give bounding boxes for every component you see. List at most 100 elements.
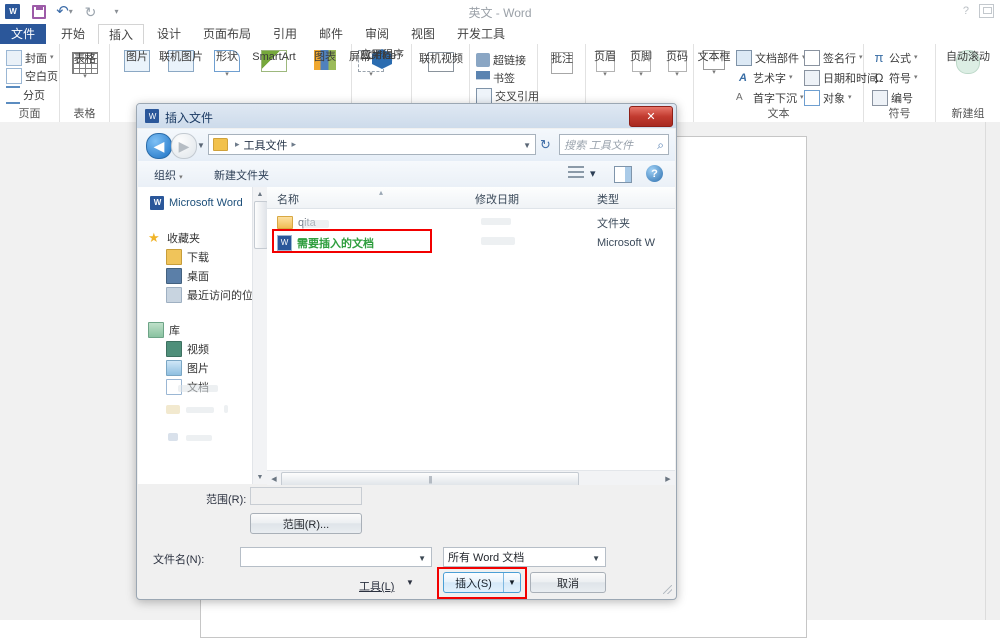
smartart-button[interactable]: SmartArt	[244, 50, 304, 72]
refresh-icon[interactable]: ↻	[540, 137, 551, 153]
scroll-up-arrow-icon[interactable]: ▲	[253, 187, 267, 201]
cancel-button[interactable]: 取消	[530, 572, 606, 593]
breadcrumb[interactable]: ▸ 工具文件 ▸ ▼	[208, 134, 536, 155]
office-apps-button[interactable]: Office 应用程序	[357, 49, 407, 69]
nav-item-downloads[interactable]: 下载	[138, 247, 266, 266]
tab-view[interactable]: 视图	[402, 24, 444, 44]
view-options-icon[interactable]	[568, 166, 584, 181]
nav-item-videos[interactable]: 视频	[138, 339, 266, 358]
group-label-text: 文本	[694, 105, 863, 121]
tools-chevron-icon[interactable]: ▼	[406, 578, 414, 587]
nav-item-desktop[interactable]: 桌面	[138, 266, 266, 285]
back-arrow-icon[interactable]: ◀	[146, 133, 172, 159]
insert-file-dialog: W 插入文件 ✕ ◀ ▶ ▼ ▸ 工具文件 ▸ ▼ ↻ 搜索 工具文件 ⌕ 组织	[136, 103, 677, 600]
online-video-button[interactable]: 联机视频	[416, 52, 466, 72]
nav-item-libraries[interactable]: 库	[138, 320, 266, 339]
nav-item-pictures[interactable]: 图片	[138, 358, 266, 377]
new-folder-button[interactable]: 新建文件夹	[214, 167, 269, 183]
scrollbar-thumb[interactable]	[254, 201, 268, 249]
tools-button[interactable]: 工具(L)	[359, 578, 394, 594]
group-label-symbols: 符号	[864, 105, 935, 121]
tab-references[interactable]: 引用	[264, 24, 306, 44]
cross-reference-button[interactable]: 交叉引用	[476, 88, 539, 104]
dialog-command-bar: 组织 ▾ 新建文件夹 ▾ ?	[138, 161, 675, 188]
tab-developer[interactable]: 开发工具	[448, 24, 514, 44]
column-header-type[interactable]: 类型	[597, 191, 619, 207]
page-number-button[interactable]: 页码▾	[660, 50, 694, 78]
filetype-dropdown[interactable]: 所有 Word 文档 ▼	[443, 547, 606, 567]
tab-review[interactable]: 审阅	[356, 24, 398, 44]
chevron-down-icon[interactable]: ▼	[592, 554, 600, 563]
picture-button[interactable]: 图片	[114, 50, 160, 72]
search-input[interactable]: 搜索 工具文件 ⌕	[559, 134, 669, 155]
symbol-button[interactable]: Ω 符号▾	[872, 70, 918, 86]
tab-design[interactable]: 设计	[148, 24, 190, 44]
comment-button[interactable]: 批注	[539, 52, 585, 74]
help-icon[interactable]: ?	[646, 165, 663, 182]
sort-ascending-icon: ▴	[379, 188, 383, 197]
table-button[interactable]: 表格 ▾	[62, 52, 108, 80]
tab-page-layout[interactable]: 页面布局	[194, 24, 260, 44]
footer-button[interactable]: 页脚▾	[624, 50, 658, 78]
cover-page-icon	[6, 50, 22, 66]
dialog-resize-handle[interactable]	[663, 585, 672, 594]
dialog-navigation-pane[interactable]: W Microsoft Word ★ 收藏夹 下载 桌面 最近访问的位置 库	[138, 187, 267, 484]
scroll-left-arrow-icon[interactable]: ◀	[267, 471, 281, 486]
scroll-down-arrow-icon[interactable]: ▼	[253, 470, 267, 484]
navigation-pane-scrollbar[interactable]: ▲ ▼	[252, 187, 267, 484]
recent-locations-chevron-icon[interactable]: ▼	[197, 141, 205, 150]
object-button[interactable]: 对象▾	[804, 90, 852, 106]
tab-mailings[interactable]: 邮件	[310, 24, 352, 44]
header-button[interactable]: 页眉▾	[588, 50, 622, 78]
filename-input[interactable]: ▼	[240, 547, 432, 567]
tab-file[interactable]: 文件	[0, 24, 46, 44]
folder-icon	[213, 138, 228, 151]
preview-pane-icon[interactable]	[614, 166, 632, 183]
file-list-pane[interactable]: 名称 ▴ 修改日期 类型 qita 文件夹 需要插入的文档 Microsoft …	[267, 187, 675, 484]
ribbon-tab-bar: 文件 开始 插入 设计 页面布局 引用 邮件 审阅 视图 开发工具	[0, 24, 1000, 45]
column-header-name[interactable]: 名称	[277, 191, 299, 207]
column-header-date[interactable]: 修改日期	[475, 191, 519, 207]
ribbon-group-new: 自动滚动 新建组	[936, 44, 1000, 122]
range-button[interactable]: 范围(R)...	[250, 513, 362, 534]
signature-line-button[interactable]: 签名行▾	[804, 50, 863, 66]
page-break-button[interactable]: 分页	[6, 86, 45, 104]
recent-places-icon	[166, 287, 182, 303]
tab-insert[interactable]: 插入	[98, 24, 144, 45]
cover-page-button[interactable]: 封面▾	[6, 50, 54, 66]
group-label-pages: 页面	[0, 105, 59, 121]
ribbon-group-text: 文本框▾ 文档部件▾ A 艺术字▾ A 首字下沉▾ 签名行▾ 日期和时间	[694, 44, 864, 122]
group-label-new: 新建组	[936, 105, 1000, 121]
drop-cap-button[interactable]: A 首字下沉▾	[736, 90, 804, 106]
online-picture-button[interactable]: 联机图片	[158, 50, 204, 72]
scroll-right-arrow-icon[interactable]: ▶	[661, 471, 675, 486]
close-icon[interactable]: ✕	[629, 106, 673, 127]
ribbon-display-options-icon[interactable]	[979, 4, 994, 18]
wordart-button[interactable]: A 艺术字▾	[736, 70, 793, 86]
hyperlink-button[interactable]: 超链接	[476, 52, 526, 68]
nav-item-microsoft-word[interactable]: W Microsoft Word	[138, 193, 266, 212]
equation-button[interactable]: π 公式▾	[872, 50, 918, 66]
file-list-horizontal-scrollbar[interactable]: ◀ ||| ▶	[267, 470, 675, 486]
tab-home[interactable]: 开始	[52, 24, 94, 44]
file-type-cell: Microsoft W	[597, 237, 655, 249]
text-box-button[interactable]: 文本框▾	[696, 50, 732, 76]
breadcrumb-current: 工具文件	[244, 137, 288, 153]
chevron-down-icon[interactable]: ▼	[418, 554, 426, 563]
quick-parts-button[interactable]: 文档部件▾	[736, 50, 806, 66]
nav-item-favorites[interactable]: ★ 收藏夹	[138, 228, 266, 247]
blank-page-button[interactable]: 空白页	[6, 68, 58, 84]
auto-scroll-button[interactable]: 自动滚动	[944, 50, 992, 74]
bookmark-button[interactable]: 书签	[476, 70, 515, 86]
dialog-title: 插入文件	[165, 109, 213, 126]
help-button[interactable]: ?	[963, 5, 969, 17]
view-options-chevron-icon[interactable]: ▾	[590, 167, 596, 180]
organize-button[interactable]: 组织 ▾	[154, 167, 183, 183]
numbering-button[interactable]: 编号	[872, 90, 913, 106]
document-vertical-scrollbar[interactable]	[985, 122, 1000, 620]
page-break-icon	[6, 86, 20, 104]
breadcrumb-chevron-icon[interactable]: ▼	[523, 141, 531, 150]
range-input[interactable]	[250, 487, 362, 505]
forward-arrow-icon[interactable]: ▶	[171, 133, 197, 159]
nav-item-recent-places[interactable]: 最近访问的位置	[138, 285, 266, 304]
